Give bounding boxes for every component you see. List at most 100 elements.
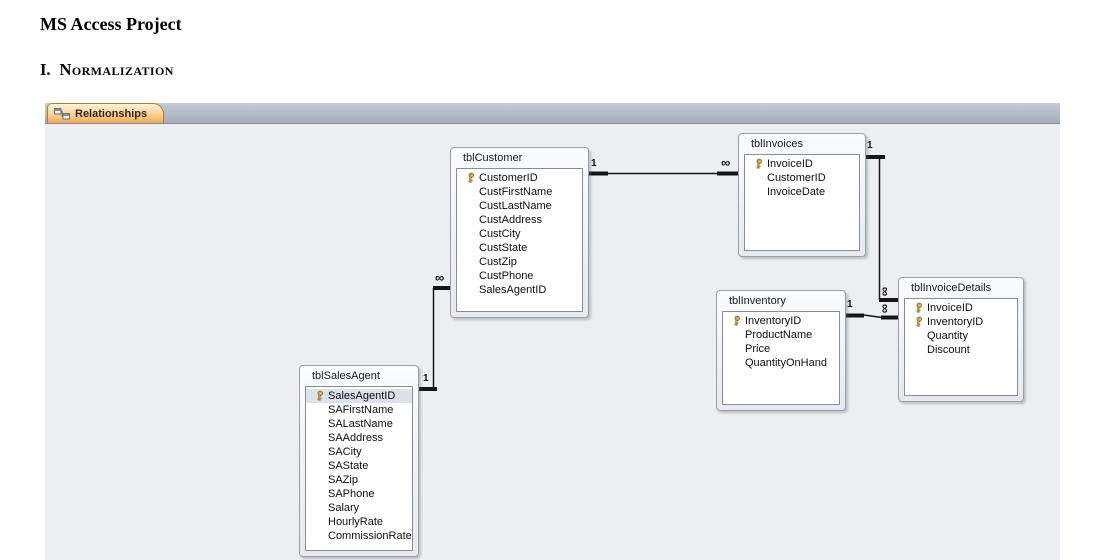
field-name: SACity — [328, 446, 362, 458]
field-row[interactable]: CustomerID — [457, 171, 582, 185]
table-tblInventory[interactable]: tblInventory InventoryID ProductName Pri… — [716, 290, 846, 411]
field-name: SAFirstName — [328, 404, 393, 416]
field-name: InventoryID — [745, 315, 801, 327]
table-title[interactable]: tblInvoiceDetails — [899, 278, 1023, 298]
field-row[interactable]: InvoiceID — [905, 301, 1017, 315]
field-name: Discount — [927, 344, 970, 356]
document-page: MS Access Project I. Normalization Relati… — [0, 0, 1115, 560]
field-row[interactable]: Salary — [306, 501, 412, 515]
field-row[interactable]: SALastName — [306, 417, 412, 431]
key-icon — [750, 158, 767, 170]
field-name: HourlyRate — [328, 516, 383, 528]
field-row[interactable]: InventoryID — [905, 315, 1017, 329]
field-list: SalesAgentID SAFirstName SALastName SAAd… — [305, 386, 413, 551]
field-name: SAState — [328, 460, 368, 472]
field-row[interactable]: CustPhone — [457, 269, 582, 283]
field-row[interactable]: InvoiceID — [745, 157, 859, 171]
field-row[interactable]: SAState — [306, 459, 412, 473]
field-row[interactable]: Quantity — [905, 329, 1017, 343]
field-name: CustAddress — [479, 214, 542, 226]
field-row[interactable]: CustAddress — [457, 213, 582, 227]
field-name: Salary — [328, 502, 359, 514]
field-row[interactable]: InvoiceDate — [745, 185, 859, 199]
field-name: ProductName — [745, 329, 812, 341]
field-row[interactable]: SAFirstName — [306, 403, 412, 417]
table-tblInvoices[interactable]: tblInvoices InvoiceID CustomerID Invoice… — [738, 133, 866, 257]
field-name: CustCity — [479, 228, 521, 240]
field-row[interactable]: SACity — [306, 445, 412, 459]
field-name: Quantity — [927, 330, 968, 342]
field-name: SAAddress — [328, 432, 383, 444]
rel-many-marker: ∞ — [880, 304, 891, 313]
field-row[interactable]: SAZip — [306, 473, 412, 487]
field-name: CustomerID — [479, 172, 538, 184]
rel-one-marker: 1 — [423, 374, 429, 384]
field-name: CustState — [479, 242, 527, 254]
rel-one-marker: 1 — [847, 300, 853, 310]
field-row[interactable]: CustCity — [457, 227, 582, 241]
field-name: CustPhone — [479, 270, 533, 282]
field-name: InvoiceID — [927, 302, 973, 314]
field-name: SAZip — [328, 474, 358, 486]
field-name: InventoryID — [927, 316, 983, 328]
key-icon — [910, 302, 927, 314]
field-row[interactable]: Price — [723, 342, 839, 356]
field-list: InvoiceID InventoryID Quantity Discount — [904, 298, 1018, 396]
field-row[interactable]: CustState — [457, 241, 582, 255]
rel-many-marker: ∞ — [435, 272, 444, 283]
field-name: InvoiceDate — [767, 186, 825, 198]
field-row[interactable]: HourlyRate — [306, 515, 412, 529]
rel-many-marker: ∞ — [880, 287, 891, 296]
field-row[interactable]: CustomerID — [745, 171, 859, 185]
section-title: Normalization — [60, 60, 174, 79]
tab-label: Relationships — [75, 108, 147, 120]
key-icon — [311, 390, 328, 402]
field-list: InventoryID ProductName Price QuantityOn… — [722, 311, 840, 405]
field-list: InvoiceID CustomerID InvoiceDate — [744, 154, 860, 251]
field-row[interactable]: CustFirstName — [457, 185, 582, 199]
table-title[interactable]: tblCustomer — [451, 148, 588, 168]
tab-bar: Relationships — [45, 103, 1060, 124]
field-name: SalesAgentID — [328, 390, 395, 402]
table-title[interactable]: tblInventory — [717, 291, 845, 311]
table-tblCustomer[interactable]: tblCustomer CustomerID CustFirstName Cus… — [450, 147, 589, 318]
field-name: CustomerID — [767, 172, 826, 184]
field-row-selected[interactable]: SalesAgentID — [306, 389, 412, 403]
field-row[interactable]: SAPhone — [306, 487, 412, 501]
relationships-icon — [54, 107, 70, 120]
field-row[interactable]: CommissionRate — [306, 529, 412, 543]
field-name: Price — [745, 343, 770, 355]
rel-one-marker: 1 — [867, 141, 873, 151]
tab-relationships[interactable]: Relationships — [47, 103, 164, 123]
field-name: SalesAgentID — [479, 284, 546, 296]
rel-one-marker: 1 — [591, 159, 597, 169]
field-row[interactable]: QuantityOnHand — [723, 356, 839, 370]
field-name: CustZip — [479, 256, 517, 268]
section-heading: I. Normalization — [40, 60, 174, 80]
field-row[interactable]: SalesAgentID — [457, 283, 582, 297]
relationships-canvas: 1 ∞ 1 ∞ 1 ∞ 1 ∞ tblCustomer CustomerID C… — [45, 124, 1060, 560]
field-row[interactable]: InventoryID — [723, 314, 839, 328]
field-row[interactable]: CustZip — [457, 255, 582, 269]
table-title[interactable]: tblInvoices — [739, 134, 865, 154]
key-icon — [462, 172, 479, 184]
field-row[interactable]: ProductName — [723, 328, 839, 342]
field-row[interactable]: Discount — [905, 343, 1017, 357]
rel-many-marker: ∞ — [721, 157, 730, 168]
field-name: CommissionRate — [328, 530, 412, 542]
field-name: CustFirstName — [479, 186, 552, 198]
field-row[interactable]: SAAddress — [306, 431, 412, 445]
field-name: SAPhone — [328, 488, 374, 500]
key-icon — [728, 315, 745, 327]
field-list: CustomerID CustFirstName CustLastName Cu… — [456, 168, 583, 312]
field-name: InvoiceID — [767, 158, 813, 170]
table-tblInvoiceDetails[interactable]: tblInvoiceDetails InvoiceID InventoryID — [898, 277, 1024, 402]
field-name: CustLastName — [479, 200, 552, 212]
section-numeral: I. — [40, 60, 51, 79]
table-tblSalesAgent[interactable]: tblSalesAgent SalesAgentID SAFirstName S… — [299, 365, 419, 557]
field-row[interactable]: CustLastName — [457, 199, 582, 213]
field-name: SALastName — [328, 418, 393, 430]
table-title[interactable]: tblSalesAgent — [300, 366, 418, 386]
page-title: MS Access Project — [40, 14, 182, 35]
relationships-window: Relationships — [45, 103, 1060, 560]
